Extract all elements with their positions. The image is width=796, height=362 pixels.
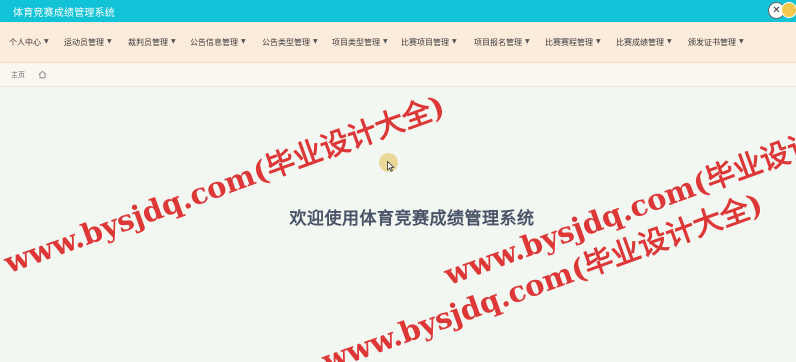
chevron-down-icon: ▼ bbox=[171, 38, 176, 45]
home-icon[interactable] bbox=[38, 70, 47, 79]
chevron-down-icon: ▼ bbox=[596, 38, 601, 45]
mouse-pointer-icon bbox=[387, 161, 395, 172]
nav-item-schedule-management[interactable]: 比赛赛程管理 ▼ bbox=[545, 22, 601, 63]
chevron-down-icon: ▼ bbox=[452, 38, 457, 45]
chevron-down-icon: ▼ bbox=[313, 38, 318, 45]
main-nav: 个人中心 ▼ 运动员管理 ▼ 裁判员管理 ▼ 公告信息管理 ▼ 公告类型管理 ▼ 项目类型… bbox=[0, 22, 796, 63]
nav-item-label: 个人中心 bbox=[9, 38, 41, 47]
nav-item-label: 比赛成绩管理 bbox=[616, 38, 664, 47]
nav-item-personal-center[interactable]: 个人中心 ▼ bbox=[9, 22, 49, 63]
chevron-down-icon: ▼ bbox=[241, 38, 246, 45]
nav-item-certificate-management[interactable]: 颁发证书管理 ▼ bbox=[688, 22, 744, 63]
nav-item-label: 颁发证书管理 bbox=[688, 38, 736, 47]
nav-item-label: 比赛赛程管理 bbox=[545, 38, 593, 47]
app-title: 体育竞赛成绩管理系统 bbox=[13, 7, 115, 19]
breadcrumb-home-link[interactable]: 主页 bbox=[11, 70, 25, 80]
nav-item-label: 裁判员管理 bbox=[128, 38, 168, 47]
nav-item-label: 项目报名管理 bbox=[474, 38, 522, 47]
nav-item-label: 公告类型管理 bbox=[262, 38, 310, 47]
nav-item-athlete-management[interactable]: 运动员管理 ▼ bbox=[64, 22, 112, 63]
nav-item-label: 项目类型管理 bbox=[332, 38, 380, 47]
avatar-icon[interactable] bbox=[781, 2, 796, 18]
main-content: 欢迎使用体育竞赛成绩管理系统 bbox=[0, 88, 796, 362]
nav-item-notice-management[interactable]: 公告信息管理 ▼ bbox=[190, 22, 246, 63]
chevron-down-icon: ▼ bbox=[667, 38, 672, 45]
nav-item-registration-management[interactable]: 项目报名管理 ▼ bbox=[474, 22, 530, 63]
nav-item-label: 运动员管理 bbox=[64, 38, 104, 47]
nav-item-referee-management[interactable]: 裁判员管理 ▼ bbox=[128, 22, 176, 63]
chevron-down-icon: ▼ bbox=[525, 38, 530, 45]
welcome-heading: 欢迎使用体育竞赛成绩管理系统 bbox=[289, 209, 535, 229]
chevron-down-icon: ▼ bbox=[44, 38, 49, 45]
nav-item-notice-type-management[interactable]: 公告类型管理 ▼ bbox=[262, 22, 318, 63]
nav-item-results-management[interactable]: 比赛成绩管理 ▼ bbox=[616, 22, 672, 63]
chevron-down-icon: ▼ bbox=[383, 38, 388, 45]
breadcrumb: 主页 bbox=[0, 63, 796, 87]
chevron-down-icon: ▼ bbox=[739, 38, 744, 45]
title-bar: 体育竞赛成绩管理系统 ✕ bbox=[0, 0, 796, 22]
nav-item-project-type-management[interactable]: 项目类型管理 ▼ bbox=[332, 22, 388, 63]
nav-item-event-management[interactable]: 比赛项目管理 ▼ bbox=[401, 22, 457, 63]
nav-item-label: 比赛项目管理 bbox=[401, 38, 449, 47]
chevron-down-icon: ▼ bbox=[107, 38, 112, 45]
nav-item-label: 公告信息管理 bbox=[190, 38, 238, 47]
